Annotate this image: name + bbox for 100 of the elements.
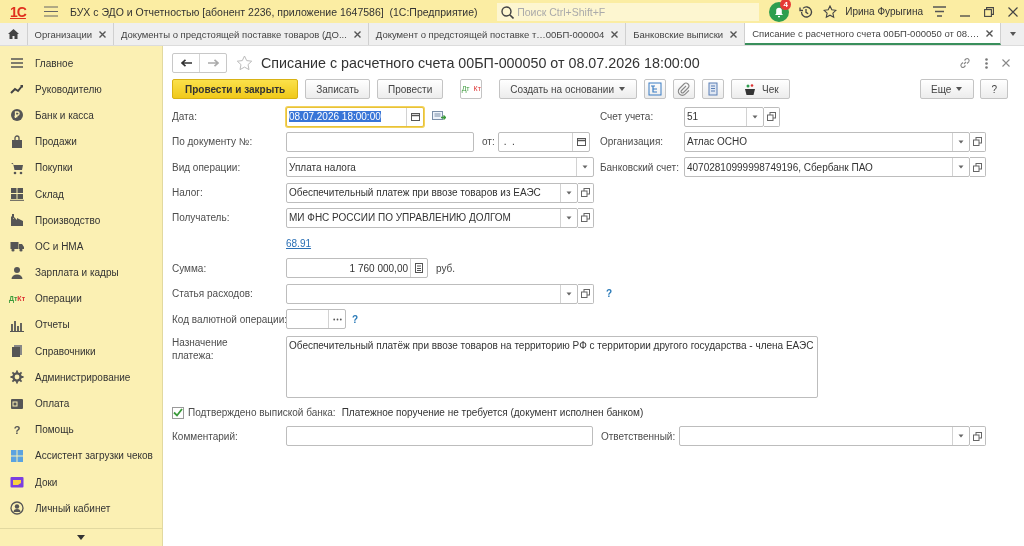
receipt-button[interactable]: Чек [731, 79, 790, 99]
tab[interactable]: Списание с расчетного счета 00БП-000050 от 08.… [745, 23, 1002, 45]
input-field[interactable] [286, 131, 474, 152]
sidebar-item[interactable]: ОС и НМА [35, 240, 84, 252]
field-label: Налог: [172, 187, 204, 199]
menu-icon[interactable] [933, 6, 946, 17]
person-icon [10, 265, 24, 280]
calculator-icon [415, 263, 423, 274]
wallet-icon [10, 396, 24, 411]
text-area[interactable]: Обеспечительный платёж при ввозе товаров на территорию РФ с территории другого государства - члена ЕАЭС [286, 335, 818, 398]
sidebar-item[interactable]: Операции [35, 293, 82, 305]
toolbar-button[interactable]: Провести [377, 79, 444, 99]
checkbox[interactable] [172, 406, 184, 419]
caret-icon[interactable] [1008, 31, 1017, 37]
sidebar-item[interactable]: Банк и касса [35, 109, 94, 121]
menu-icon[interactable] [44, 6, 58, 17]
close-icon[interactable] [99, 30, 107, 38]
help-link[interactable]: ? [606, 288, 613, 300]
help-link[interactable]: ? [352, 313, 359, 325]
input-field[interactable]: 51 [684, 106, 764, 127]
close-icon[interactable] [611, 30, 619, 38]
open-button[interactable] [970, 131, 986, 152]
open-button[interactable] [970, 426, 987, 447]
pages-icon [10, 344, 24, 359]
sidebar-item[interactable]: Руководителю [35, 83, 102, 95]
sidebar-item[interactable]: Оплата [35, 398, 70, 410]
close-icon[interactable] [1008, 6, 1018, 17]
open-icon [581, 213, 590, 223]
more-icon[interactable] [985, 57, 988, 69]
menu-button[interactable]: Создать на основании [499, 79, 637, 99]
open-button[interactable] [970, 157, 986, 178]
input-field[interactable] [286, 283, 578, 304]
input-field[interactable] [679, 426, 971, 447]
sidebar-item[interactable]: Помощь [35, 424, 74, 436]
input-field[interactable]: Атлас ОСНО [684, 131, 970, 152]
open-button[interactable] [578, 283, 594, 304]
post-and-close-button[interactable]: Провести и закрыть [172, 79, 299, 99]
caret-icon[interactable] [77, 535, 85, 541]
paperclip-icon [677, 82, 691, 96]
input-field[interactable]: 08.07.2026 18:00:00 [286, 106, 424, 127]
open-icon [973, 137, 982, 147]
ellipsis-icon [332, 317, 342, 321]
sidebar-item[interactable]: Справочники [35, 345, 96, 357]
open-icon [581, 188, 590, 198]
field-label: Счет учета: [600, 111, 655, 123]
field-label: Код валютной операции: [172, 313, 286, 325]
calendar-icon [576, 137, 586, 147]
input-field[interactable] [286, 309, 346, 329]
folder-icon [10, 475, 24, 490]
menu-button[interactable]: Еще [920, 79, 975, 99]
user-name[interactable]: Ирина Фурыгина [845, 6, 923, 17]
field-label: Получатель: [172, 212, 231, 224]
close-icon[interactable] [986, 29, 994, 37]
tab[interactable]: Организации [27, 23, 115, 45]
sidebar-item[interactable]: Производство [35, 214, 101, 226]
history-icon[interactable] [799, 4, 814, 19]
tab[interactable]: Документы о предстоящей поставке товаров (ДО... [114, 23, 369, 45]
sidebar-item[interactable]: Ассистент загрузки чеков [35, 450, 153, 462]
sidebar-item[interactable]: Администрирование [35, 371, 131, 383]
star-icon[interactable] [823, 4, 838, 19]
document-icon [706, 82, 720, 96]
input-field[interactable]: 40702810999998749196, Сбербанк ПАО [684, 157, 970, 178]
search-field[interactable]: Поиск Ctrl+Shift+F [497, 2, 760, 21]
close-icon[interactable] [353, 30, 361, 38]
icon-button[interactable] [673, 79, 695, 99]
input-field[interactable]: Обеспечительный платеж при ввозе товаров из ЕАЭС [286, 182, 578, 203]
sidebar-item[interactable]: Склад [35, 188, 64, 200]
sidebar-item[interactable]: Покупки [35, 162, 73, 174]
close-icon[interactable] [1002, 59, 1010, 67]
sidebar-item[interactable]: Главное [35, 57, 74, 69]
caret-icon [566, 291, 572, 296]
open-button[interactable] [578, 207, 594, 228]
tab[interactable]: Документ о предстоящей поставке т…00БП-000004 [368, 23, 627, 45]
calendar-button[interactable] [406, 107, 423, 126]
sidebar-item[interactable]: Продажи [35, 136, 77, 148]
search-icon[interactable] [501, 5, 515, 19]
input-field[interactable] [286, 426, 593, 447]
link-icon[interactable] [959, 57, 971, 69]
restore-icon[interactable] [984, 6, 994, 17]
open-button[interactable] [578, 182, 594, 203]
close-icon[interactable] [730, 30, 738, 38]
toolbar-button[interactable]: ? [980, 79, 1008, 99]
input-field[interactable]: 1 760 000,00 [286, 258, 428, 279]
input-field[interactable]: . . [498, 131, 590, 152]
toolbar-button[interactable]: Записать [305, 79, 370, 99]
account-link[interactable]: 68.91 [286, 237, 312, 249]
calendar-button[interactable] [572, 132, 589, 151]
factory-icon [10, 213, 24, 228]
document-icon[interactable] [432, 111, 446, 123]
sidebar-item[interactable]: Личный кабинет [35, 502, 111, 514]
icon-button[interactable] [644, 79, 666, 99]
open-button[interactable] [764, 106, 780, 127]
sidebar-item[interactable]: Зарплата и кадры [35, 267, 119, 279]
sidebar-item[interactable]: Отчеты [35, 319, 70, 331]
sidebar-item[interactable]: Доки [35, 476, 58, 488]
input-field[interactable]: Уплата налога [286, 157, 594, 178]
input-field[interactable]: МИ ФНС РОССИИ ПО УПРАВЛЕНИЮ ДОЛГОМ [286, 207, 578, 228]
structure-icon [648, 82, 662, 96]
checkbox-label[interactable]: Подтверждено выпиской банка: [188, 407, 336, 419]
star-icon[interactable] [236, 55, 253, 71]
